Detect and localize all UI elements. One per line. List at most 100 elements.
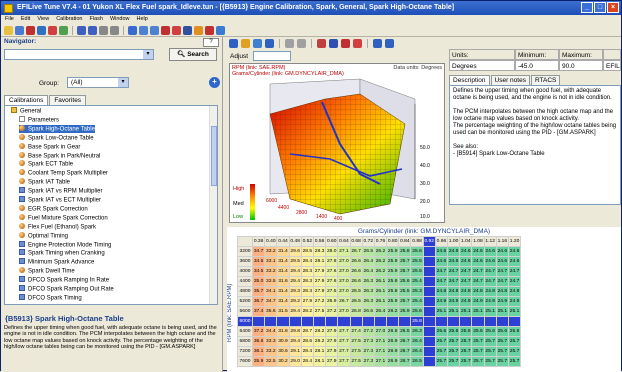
- table-cell[interactable]: [471, 316, 485, 327]
- tree-item[interactable]: Minimum Spark Advance: [19, 258, 94, 266]
- table-cell[interactable]: 33.1: [264, 256, 278, 267]
- tree-item[interactable]: Spark ECT Table: [19, 160, 73, 168]
- play-icon[interactable]: [128, 25, 137, 35]
- table-cell[interactable]: 25.8: [410, 316, 424, 327]
- table-cell[interactable]: 24.9: [459, 296, 473, 307]
- table-cell[interactable]: 26.8: [349, 306, 363, 317]
- import-icon[interactable]: [353, 38, 362, 48]
- table-cell[interactable]: 26.3: [410, 326, 424, 337]
- column-header[interactable]: 1.00: [446, 236, 461, 247]
- table-cell[interactable]: [251, 316, 266, 327]
- table-cell[interactable]: 26.4: [361, 256, 375, 267]
- table-cell[interactable]: 24.7: [459, 266, 473, 277]
- table-cell[interactable]: 26.2: [373, 246, 388, 257]
- table-cell[interactable]: [422, 286, 436, 297]
- table-cell[interactable]: 24.7: [446, 266, 461, 277]
- table-cell[interactable]: [422, 346, 436, 357]
- table-cell[interactable]: 27.9: [312, 276, 327, 287]
- copy-icon[interactable]: [139, 25, 148, 35]
- table-cell[interactable]: 27.5: [325, 286, 339, 297]
- table-cell[interactable]: 25.7: [446, 356, 461, 367]
- table-cell[interactable]: [422, 246, 436, 257]
- table-cell[interactable]: 25.6: [507, 326, 522, 337]
- compare-icon[interactable]: [59, 25, 68, 35]
- table-cell[interactable]: 26.3: [361, 276, 375, 287]
- table-cell[interactable]: 26.7: [337, 296, 351, 307]
- table-cell[interactable]: 24.6: [495, 246, 509, 257]
- table-cell[interactable]: 26.2: [373, 266, 388, 277]
- table-cell[interactable]: 35.7: [251, 286, 266, 297]
- table-cell[interactable]: 25.6: [495, 326, 509, 337]
- table-cell[interactable]: 28.1: [312, 356, 327, 367]
- table-cell[interactable]: 29.4: [288, 336, 302, 347]
- tree-item[interactable]: Spark IAT vs ECT Multiplier: [19, 196, 101, 204]
- table-cell[interactable]: 28.6: [300, 336, 314, 347]
- engine-icon[interactable]: [194, 25, 203, 35]
- column-header[interactable]: 0.68: [349, 236, 363, 247]
- table-cell[interactable]: 24.9: [507, 296, 522, 307]
- table-cell[interactable]: 31.4: [276, 296, 290, 307]
- table-cell[interactable]: 26.5: [398, 326, 412, 337]
- table-cell[interactable]: 25.7: [459, 346, 473, 357]
- table-cell[interactable]: 26.5: [361, 246, 375, 257]
- tree-item[interactable]: Spark Low-Octane Table: [19, 133, 94, 142]
- table-cell[interactable]: 27.2: [325, 306, 339, 317]
- tab-user-notes[interactable]: User notes: [490, 75, 530, 85]
- column-header[interactable]: 0.76: [373, 236, 388, 247]
- menu-calibration[interactable]: Calibration: [56, 15, 82, 24]
- column-header[interactable]: 0.60: [325, 236, 339, 247]
- column-header[interactable]: 0.44: [276, 236, 290, 247]
- table-cell[interactable]: 28.4: [300, 356, 314, 367]
- table-cell[interactable]: 24.6: [446, 246, 461, 257]
- column-header[interactable]: 0.88: [410, 236, 424, 247]
- table-cell[interactable]: 27.9: [300, 296, 314, 307]
- title-bar[interactable]: EFILive Tune V7.4 - 01 Yukon XL Flex Fue…: [1, 1, 621, 15]
- table-cell[interactable]: [398, 316, 412, 327]
- table-cell[interactable]: 27.1: [373, 336, 388, 347]
- read-icon[interactable]: [26, 25, 35, 35]
- flash-icon[interactable]: [48, 25, 57, 35]
- table-cell[interactable]: 25.7: [434, 346, 449, 357]
- table-cell[interactable]: 24.9: [471, 296, 485, 307]
- minimum-value[interactable]: -45.0: [515, 60, 559, 71]
- table-cell[interactable]: 27.3: [361, 336, 375, 347]
- table-cell[interactable]: 27.1: [337, 246, 351, 257]
- table-cell[interactable]: 25.8: [398, 246, 412, 257]
- table-cell[interactable]: 26.1: [373, 276, 388, 287]
- table-cell[interactable]: 25.7: [471, 356, 485, 367]
- table-cell[interactable]: [422, 276, 436, 287]
- table-cell[interactable]: 31.6: [276, 326, 290, 337]
- menu-window[interactable]: Window: [110, 15, 130, 24]
- menu-help[interactable]: Help: [137, 15, 148, 24]
- grid-icon[interactable]: [229, 38, 238, 48]
- table-cell[interactable]: 26.3: [361, 286, 375, 297]
- table-cell[interactable]: 24.8: [446, 286, 461, 297]
- table-cell[interactable]: 34.4: [264, 326, 278, 337]
- table-cell[interactable]: 25.6: [483, 326, 497, 337]
- table-cell[interactable]: [386, 316, 400, 327]
- table-cell[interactable]: 28.1: [312, 346, 327, 357]
- table-cell[interactable]: 26.7: [398, 336, 412, 347]
- row-header[interactable]: 4400: [237, 276, 253, 287]
- tree-item[interactable]: Spark High-Octane Table: [19, 124, 95, 133]
- chevron-down-icon[interactable]: ▾: [143, 50, 153, 59]
- table-cell[interactable]: 26.5: [410, 356, 424, 367]
- table-cell[interactable]: 26.6: [349, 256, 363, 267]
- table-cell[interactable]: 25.7: [483, 356, 497, 367]
- table-cell[interactable]: 24.8: [434, 286, 449, 297]
- table-cell[interactable]: 33.3: [264, 336, 278, 347]
- save-icon[interactable]: [15, 25, 24, 35]
- table-cell[interactable]: 24.7: [434, 266, 449, 277]
- table-cell[interactable]: [373, 316, 388, 327]
- column-header[interactable]: 1.08: [471, 236, 485, 247]
- table-cell[interactable]: 27.5: [349, 356, 363, 367]
- chart-icon[interactable]: [172, 25, 181, 35]
- table-cell[interactable]: 26.7: [398, 356, 412, 367]
- row-header[interactable]: 4800: [237, 286, 253, 297]
- table-cell[interactable]: 25.6: [410, 246, 424, 257]
- rotate-icon[interactable]: [253, 38, 262, 48]
- table-cell[interactable]: 24.8: [483, 286, 497, 297]
- table-cell[interactable]: 34.7: [251, 246, 266, 257]
- table-cell[interactable]: [300, 316, 314, 327]
- column-header[interactable]: 0.36: [251, 236, 266, 247]
